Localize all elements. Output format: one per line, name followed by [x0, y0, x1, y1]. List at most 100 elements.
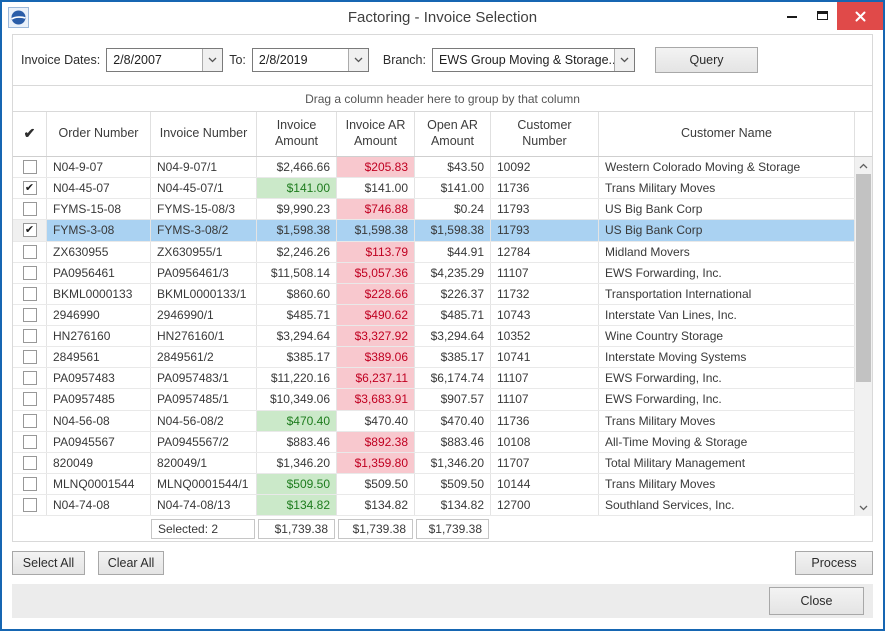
table-row[interactable]: 29469902946990/1$485.71$490.62$485.71107… [13, 305, 855, 326]
row-checkbox[interactable] [23, 160, 37, 174]
open-ar-amount-header[interactable]: Open AR Amount [415, 112, 491, 156]
row-checkbox[interactable]: ✔ [23, 223, 37, 237]
row-checkbox-cell: ✔ [13, 220, 47, 240]
table-row[interactable]: HN276160HN276160/1$3,294.64$3,327.92$3,2… [13, 326, 855, 347]
table-row[interactable]: N04-56-08N04-56-08/2$470.40$470.40$470.4… [13, 411, 855, 432]
row-checkbox[interactable] [23, 287, 37, 301]
customer-name-cell: Trans Military Moves [599, 178, 855, 198]
order-number-cell: FYMS-15-08 [47, 199, 151, 219]
table-row[interactable]: N04-9-07N04-9-07/1$2,466.66$205.83$43.50… [13, 157, 855, 178]
table-row[interactable]: N04-74-08N04-74-08/13$134.82$134.82$134.… [13, 495, 855, 516]
select-column-header[interactable]: ✔ [13, 112, 47, 156]
order-number-cell: ZX630955 [47, 242, 151, 262]
dialog-content: Invoice Dates: 2/8/2007 To: 2/8/2019 Bra… [2, 32, 883, 629]
row-checkbox[interactable] [23, 498, 37, 512]
customer-number-cell: 10743 [491, 305, 599, 325]
clear-all-button[interactable]: Clear All [98, 551, 164, 575]
date-from-dropdown[interactable] [202, 49, 222, 71]
row-checkbox[interactable] [23, 350, 37, 364]
invoice-number-cell: FYMS-3-08/2 [151, 220, 257, 240]
date-to-dropdown[interactable] [348, 49, 368, 71]
row-checkbox[interactable] [23, 371, 37, 385]
row-checkbox[interactable] [23, 266, 37, 280]
invoice-ar-amount-cell: $509.50 [337, 474, 415, 494]
invoice-number-header[interactable]: Invoice Number [151, 112, 257, 156]
scrollbar-thumb[interactable] [856, 174, 871, 382]
process-button[interactable]: Process [795, 551, 873, 575]
order-number-cell: PA0957483 [47, 368, 151, 388]
customer-number-header[interactable]: Customer Number [491, 112, 599, 156]
table-row[interactable]: PA0945567PA0945567/2$883.46$892.38$883.4… [13, 432, 855, 453]
customer-name-cell: US Big Bank Corp [599, 220, 855, 240]
table-row[interactable]: PA0957483PA0957483/1$11,220.16$6,237.11$… [13, 368, 855, 389]
table-row[interactable]: 820049820049/1$1,346.20$1,359.80$1,346.2… [13, 453, 855, 474]
vertical-scrollbar[interactable] [855, 157, 872, 516]
table-row[interactable]: ZX630955ZX630955/1$2,246.26$113.79$44.91… [13, 242, 855, 263]
date-to-picker[interactable]: 2/8/2019 [252, 48, 369, 72]
table-row[interactable]: BKML0000133BKML0000133/1$860.60$228.66$2… [13, 284, 855, 305]
group-by-drop-zone[interactable]: Drag a column header here to group by th… [13, 86, 872, 112]
open-ar-amount-cell: $3,294.64 [415, 326, 491, 346]
order-number-cell: N04-45-07 [47, 178, 151, 198]
selected-count: Selected: 2 [151, 519, 255, 539]
scrollbar-spacer-header [855, 112, 872, 156]
minimize-button[interactable] [777, 2, 807, 28]
row-checkbox[interactable] [23, 392, 37, 406]
row-checkbox-cell [13, 411, 47, 431]
table-row[interactable]: ✔N04-45-07N04-45-07/1$141.00$141.00$141.… [13, 178, 855, 199]
invoice-number-cell: FYMS-15-08/3 [151, 199, 257, 219]
invoice-amount-header[interactable]: Invoice Amount [257, 112, 337, 156]
chevron-down-icon [354, 57, 363, 63]
branch-select[interactable]: EWS Group Moving & Storage... [432, 48, 635, 72]
table-row[interactable]: PA0957485PA0957485/1$10,349.06$3,683.91$… [13, 389, 855, 410]
row-checkbox-cell [13, 347, 47, 367]
row-checkbox[interactable] [23, 202, 37, 216]
open-ar-amount-cell: $1,346.20 [415, 453, 491, 473]
row-checkbox[interactable] [23, 329, 37, 343]
maximize-button[interactable] [807, 2, 837, 28]
invoice-ar-amount-cell: $1,598.38 [337, 220, 415, 240]
row-checkbox[interactable] [23, 435, 37, 449]
row-checkbox[interactable] [23, 245, 37, 259]
row-checkbox-cell [13, 242, 47, 262]
invoice-number-cell: N04-74-08/13 [151, 495, 257, 515]
customer-name-cell: EWS Forwarding, Inc. [599, 263, 855, 283]
table-row[interactable]: FYMS-15-08FYMS-15-08/3$9,990.23$746.88$0… [13, 199, 855, 220]
row-checkbox[interactable] [23, 414, 37, 428]
order-number-header[interactable]: Order Number [47, 112, 151, 156]
branch-label: Branch: [383, 53, 426, 67]
close-button[interactable]: Close [769, 587, 864, 615]
table-row[interactable]: PA0956461PA0956461/3$11,508.14$5,057.36$… [13, 263, 855, 284]
select-all-button[interactable]: Select All [12, 551, 85, 575]
table-row[interactable]: MLNQ0001544MLNQ0001544/1$509.50$509.50$5… [13, 474, 855, 495]
minimize-icon [787, 16, 797, 18]
invoice-amount-cell: $1,346.20 [257, 453, 337, 473]
to-label: To: [229, 53, 246, 67]
open-ar-amount-cell: $883.46 [415, 432, 491, 452]
close-strip: Close [12, 584, 873, 618]
invoice-ar-amount-cell: $134.82 [337, 495, 415, 515]
customer-name-cell: All-Time Moving & Storage [599, 432, 855, 452]
order-number-cell: PA0945567 [47, 432, 151, 452]
invoice-ar-amount-header[interactable]: Invoice AR Amount [337, 112, 415, 156]
customer-name-cell: Interstate Moving Systems [599, 347, 855, 367]
query-toolbar: Invoice Dates: 2/8/2007 To: 2/8/2019 Bra… [13, 35, 872, 85]
row-checkbox[interactable]: ✔ [23, 181, 37, 195]
close-window-button[interactable] [837, 2, 883, 30]
order-number-cell: 2849561 [47, 347, 151, 367]
query-button[interactable]: Query [655, 47, 758, 73]
branch-dropdown[interactable] [614, 49, 634, 71]
row-checkbox[interactable] [23, 456, 37, 470]
row-checkbox[interactable] [23, 477, 37, 491]
table-row[interactable]: 28495612849561/2$385.17$389.06$385.17107… [13, 347, 855, 368]
invoice-ar-amount-cell: $141.00 [337, 178, 415, 198]
customer-name-header[interactable]: Customer Name [599, 112, 855, 156]
scroll-up-button[interactable] [855, 157, 872, 174]
table-row[interactable]: ✔FYMS-3-08FYMS-3-08/2$1,598.38$1,598.38$… [13, 220, 855, 241]
customer-name-cell: EWS Forwarding, Inc. [599, 368, 855, 388]
date-from-picker[interactable]: 2/8/2007 [106, 48, 223, 72]
scroll-down-button[interactable] [855, 499, 872, 516]
customer-name-cell: EWS Forwarding, Inc. [599, 389, 855, 409]
row-checkbox[interactable] [23, 308, 37, 322]
order-number-cell: HN276160 [47, 326, 151, 346]
